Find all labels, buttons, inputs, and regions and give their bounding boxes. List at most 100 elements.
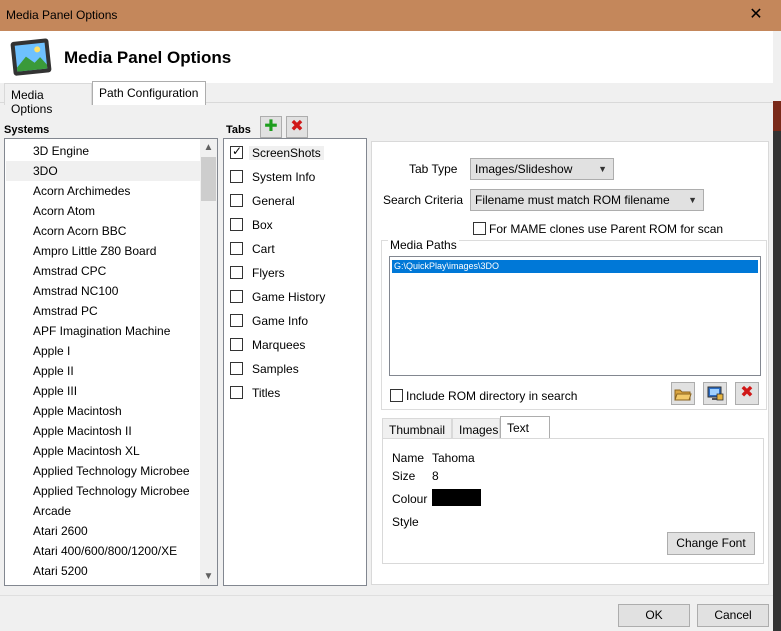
search-criteria-select[interactable]: Filename must match ROM filename ▼	[470, 189, 704, 211]
list-item-label: Game History	[252, 290, 326, 304]
remove-path-button[interactable]: ✖	[735, 382, 759, 405]
include-rom-label: Include ROM directory in search	[406, 389, 578, 403]
checkbox[interactable]	[230, 242, 243, 255]
list-item[interactable]: Apple Macintosh XL	[6, 441, 202, 461]
list-item[interactable]: Atari 5200	[6, 561, 202, 581]
list-item[interactable]: 3D Engine	[6, 141, 202, 161]
tabs-label: Tabs	[226, 124, 251, 136]
list-item[interactable]: 3DO	[6, 161, 202, 181]
list-item-label: Flyers	[252, 266, 285, 280]
list-item-label: ScreenShots	[249, 146, 324, 160]
font-size-value: 8	[432, 469, 439, 483]
footer-divider	[0, 595, 773, 596]
list-item[interactable]: Applied Technology Microbee	[6, 481, 202, 501]
checkmark-icon: ✓	[232, 144, 243, 158]
tab-type-select[interactable]: Images/Slideshow ▼	[470, 158, 614, 180]
tabs-list[interactable]: ✓ ScreenShots System Info General Box Ca…	[223, 138, 367, 586]
checkbox[interactable]	[230, 194, 243, 207]
list-item-label: System Info	[252, 170, 316, 184]
mame-clones-label: For MAME clones use Parent ROM for scan	[489, 222, 724, 236]
picture-icon	[10, 38, 52, 76]
search-criteria-label: Search Criteria	[383, 193, 464, 207]
cancel-button[interactable]: Cancel	[697, 604, 769, 627]
systems-list[interactable]: 3D Engine 3DO Acorn Archimedes Acorn Ato…	[4, 138, 218, 586]
page-title: Media Panel Options	[64, 48, 232, 67]
checkbox[interactable]	[230, 362, 243, 375]
close-icon[interactable]: ✕	[744, 4, 768, 26]
tab-type-value: Images/Slideshow	[475, 162, 573, 176]
systems-scrollbar[interactable]: ▲ ▼	[200, 139, 217, 585]
ok-button[interactable]: OK	[618, 604, 690, 627]
chevron-down-icon[interactable]: ▼	[200, 568, 217, 585]
list-item[interactable]: Apple III	[6, 381, 202, 401]
checkbox[interactable]	[230, 386, 243, 399]
list-item-label: Samples	[252, 362, 299, 376]
list-item[interactable]: Applied Technology Microbee	[6, 461, 202, 481]
font-name-value: Tahoma	[432, 451, 475, 465]
tab-images[interactable]: Images	[452, 418, 500, 440]
list-item[interactable]: Acorn Acorn BBC	[6, 221, 202, 241]
list-item[interactable]: Amstrad PC	[6, 301, 202, 321]
scrollbar-thumb[interactable]	[201, 157, 216, 201]
checkbox[interactable]	[230, 218, 243, 231]
media-paths-list[interactable]: G:\QuickPlay\images\3DO	[389, 256, 761, 376]
chevron-down-icon: ▼	[598, 164, 607, 174]
list-item-label: General	[252, 194, 295, 208]
list-item[interactable]: Amstrad CPC	[6, 261, 202, 281]
list-item-label: Game Info	[252, 314, 309, 328]
list-item-label: Titles	[252, 386, 281, 400]
media-paths-label: Media Paths	[388, 238, 459, 252]
list-item[interactable]: Atari 400/600/800/1200/XE	[6, 541, 202, 561]
list-item[interactable]: G:\QuickPlay\images\3DO	[392, 260, 758, 273]
include-rom-option[interactable]: Include ROM directory in search	[390, 386, 610, 406]
plus-icon: ✚	[264, 118, 278, 135]
checkbox[interactable]	[230, 290, 243, 303]
browse-folder-button[interactable]	[671, 382, 695, 405]
list-item[interactable]: Ampro Little Z80 Board	[6, 241, 202, 261]
systems-label: Systems	[4, 124, 50, 136]
checkbox[interactable]	[230, 170, 243, 183]
tab-thumbnail[interactable]: Thumbnail	[382, 418, 452, 440]
list-item[interactable]: Apple II	[6, 361, 202, 381]
edit-path-button[interactable]	[703, 382, 727, 405]
checkbox[interactable]	[230, 314, 243, 327]
chevron-up-icon[interactable]: ▲	[200, 139, 217, 156]
chevron-down-icon: ▼	[688, 195, 697, 205]
list-item-label: Cart	[252, 242, 275, 256]
window-title: Media Panel Options	[6, 8, 118, 22]
list-item[interactable]: Apple Macintosh	[6, 401, 202, 421]
tab-path-configuration[interactable]: Path Configuration	[92, 81, 206, 105]
add-tab-button[interactable]: ✚	[260, 116, 282, 138]
list-item[interactable]: Apple Macintosh II	[6, 421, 202, 441]
font-name-label: Name	[392, 451, 425, 465]
checkbox[interactable]: ✓	[230, 144, 243, 159]
list-item[interactable]: Apple I	[6, 341, 202, 361]
checkbox[interactable]	[230, 338, 243, 351]
mame-clones-checkbox[interactable]	[473, 222, 486, 235]
list-item-label: Marquees	[252, 338, 306, 352]
change-font-button[interactable]: Change Font	[667, 532, 755, 555]
list-item[interactable]: Amstrad NC100	[6, 281, 202, 301]
font-colour-label: Colour	[392, 492, 428, 506]
font-size-label: Size	[392, 469, 416, 483]
list-item[interactable]: Acorn Archimedes	[6, 181, 202, 201]
list-item[interactable]: Atari 2600	[6, 521, 202, 541]
monitor-icon	[707, 386, 724, 401]
title-bar: Media Panel Options ✕	[0, 0, 781, 31]
remove-tab-button[interactable]: ✖	[286, 116, 308, 138]
folder-icon	[674, 389, 692, 401]
tab-type-label: Tab Type	[409, 162, 458, 176]
list-item[interactable]: APF Imagination Machine	[6, 321, 202, 341]
mame-clones-option[interactable]: For MAME clones use Parent ROM for scan	[473, 219, 733, 239]
background-window-edge	[773, 101, 781, 631]
list-item[interactable]: Arcade	[6, 501, 202, 521]
font-style-label: Style	[392, 515, 419, 529]
tab-text[interactable]: Text	[500, 416, 550, 440]
list-item-label: Box	[252, 218, 273, 232]
include-rom-checkbox[interactable]	[390, 389, 403, 402]
delete-x-icon: ✖	[740, 384, 754, 401]
tab-media-options[interactable]: Media Options	[4, 83, 92, 116]
list-item[interactable]: Acorn Atom	[6, 201, 202, 221]
checkbox[interactable]	[230, 266, 243, 279]
colour-swatch[interactable]	[432, 489, 481, 506]
